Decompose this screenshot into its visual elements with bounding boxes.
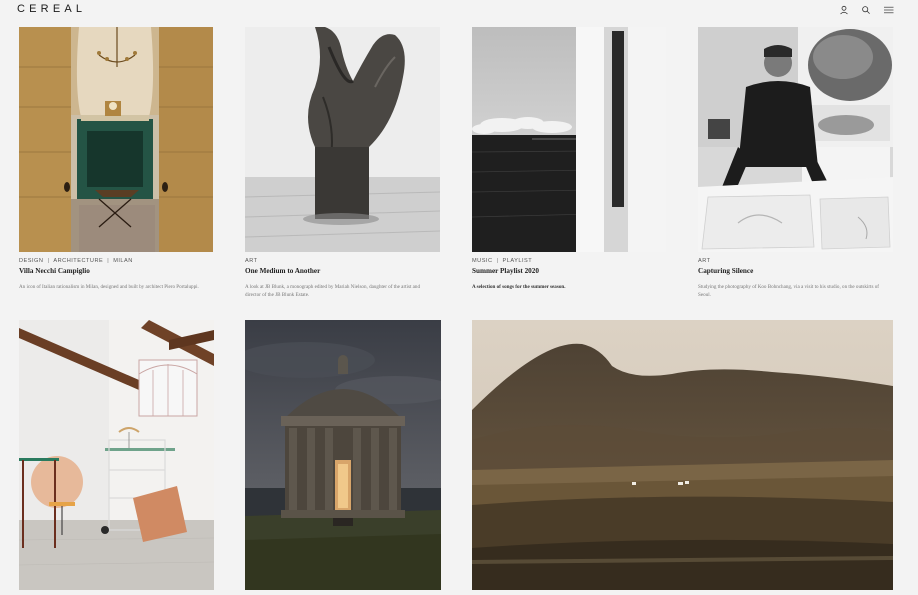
category-link[interactable]: ART [698, 258, 711, 264]
article-image-temple[interactable] [245, 320, 441, 590]
article-image-one-medium[interactable] [245, 27, 440, 252]
category-link[interactable]: DESIGN [19, 258, 43, 264]
category-link[interactable]: ART [245, 258, 258, 264]
category-link[interactable]: MUSIC [472, 258, 493, 264]
category-link[interactable]: MILAN [113, 258, 133, 264]
article-description: A selection of songs for the summer seas… [472, 284, 566, 290]
article-image-capturing-silence[interactable] [698, 27, 893, 252]
article-categories: ART [245, 258, 258, 264]
article-image-mountain[interactable] [472, 320, 893, 590]
header-actions [839, 5, 894, 15]
article-title[interactable]: Villa Necchi Campiglio [19, 267, 90, 275]
article-categories: ART [698, 258, 711, 264]
article-description: Studying the photography of Koo Bohnchan… [698, 284, 879, 298]
article-description: A look at JB Blunk, a monograph edited b… [245, 284, 420, 298]
site-logo[interactable]: CEREAL [17, 3, 86, 15]
article-image-summer-playlist[interactable] [472, 27, 666, 252]
article-categories: DESIGN | ARCHITECTURE | MILAN [19, 258, 133, 264]
article-description: An icon of Italian rationalism in Milan,… [19, 284, 199, 290]
article-title[interactable]: One Medium to Another [245, 267, 320, 275]
article-title[interactable]: Summer Playlist 2020 [472, 267, 539, 275]
category-link[interactable]: PLAYLIST [502, 258, 532, 264]
user-icon[interactable] [839, 5, 849, 15]
article-image-interior[interactable] [19, 320, 214, 590]
site-header: CEREAL [0, 0, 918, 22]
search-icon[interactable] [861, 5, 871, 15]
article-image-villa-necchi[interactable] [19, 27, 213, 252]
article-title[interactable]: Capturing Silence [698, 267, 753, 275]
menu-icon[interactable] [883, 5, 894, 15]
category-link[interactable]: ARCHITECTURE [53, 258, 103, 264]
article-categories: MUSIC | PLAYLIST [472, 258, 533, 264]
